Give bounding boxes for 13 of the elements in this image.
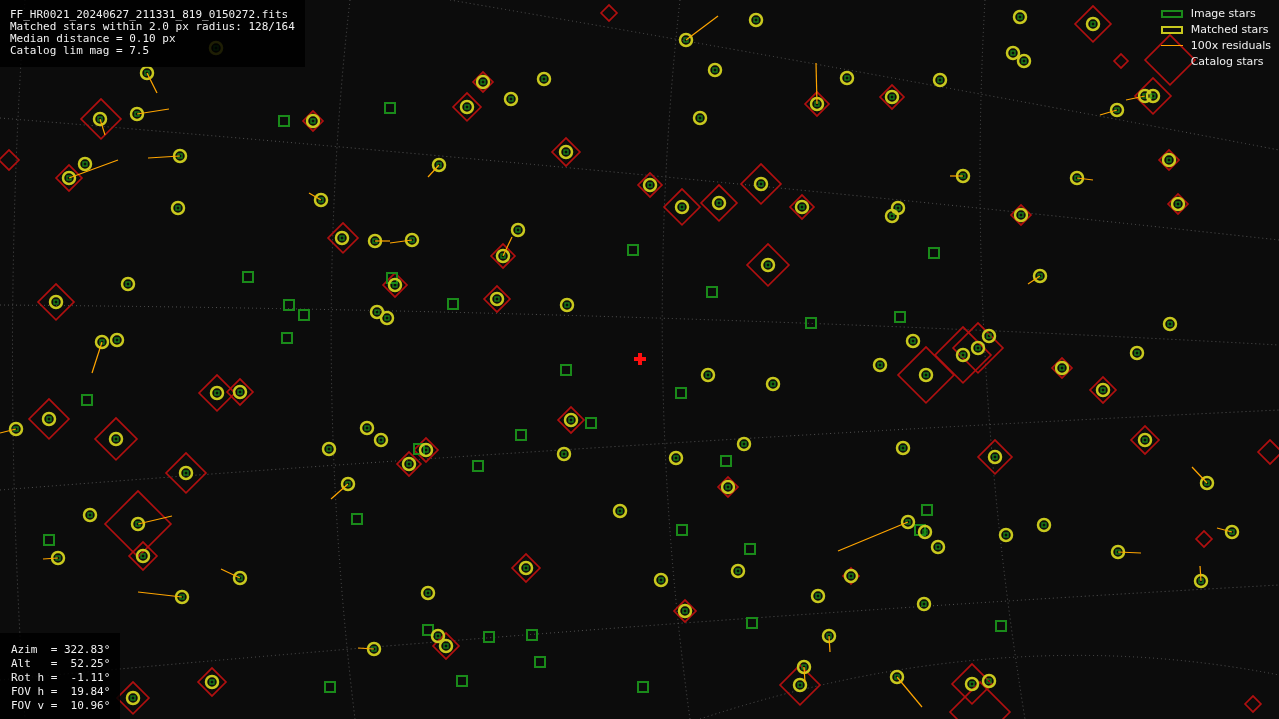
- info-text: Median distance = 0.10 px: [10, 33, 177, 45]
- legend-label: Catalog stars: [1190, 55, 1264, 68]
- pointing-text: Azim = 322.83°: [11, 643, 111, 657]
- legend-label: Image stars: [1190, 7, 1256, 20]
- pointing-text: FOV v = 10.96°: [11, 699, 111, 713]
- pointing-text: Alt = 52.25°: [11, 657, 111, 671]
- pointing-text: FOV h = 19.84°: [11, 685, 111, 699]
- info-text: Catalog lim mag = 7.5: [10, 45, 151, 57]
- info-text: FF_HR0021_20240627_211331_819_0150272.fits: [10, 9, 290, 21]
- legend-label: Matched stars: [1190, 23, 1269, 36]
- pointing-text: Rot h = -1.11°: [11, 671, 111, 685]
- legend-label: 100x residuals: [1190, 39, 1271, 52]
- info-text: Matched stars within 2.0 px radius: 128/164: [10, 21, 295, 33]
